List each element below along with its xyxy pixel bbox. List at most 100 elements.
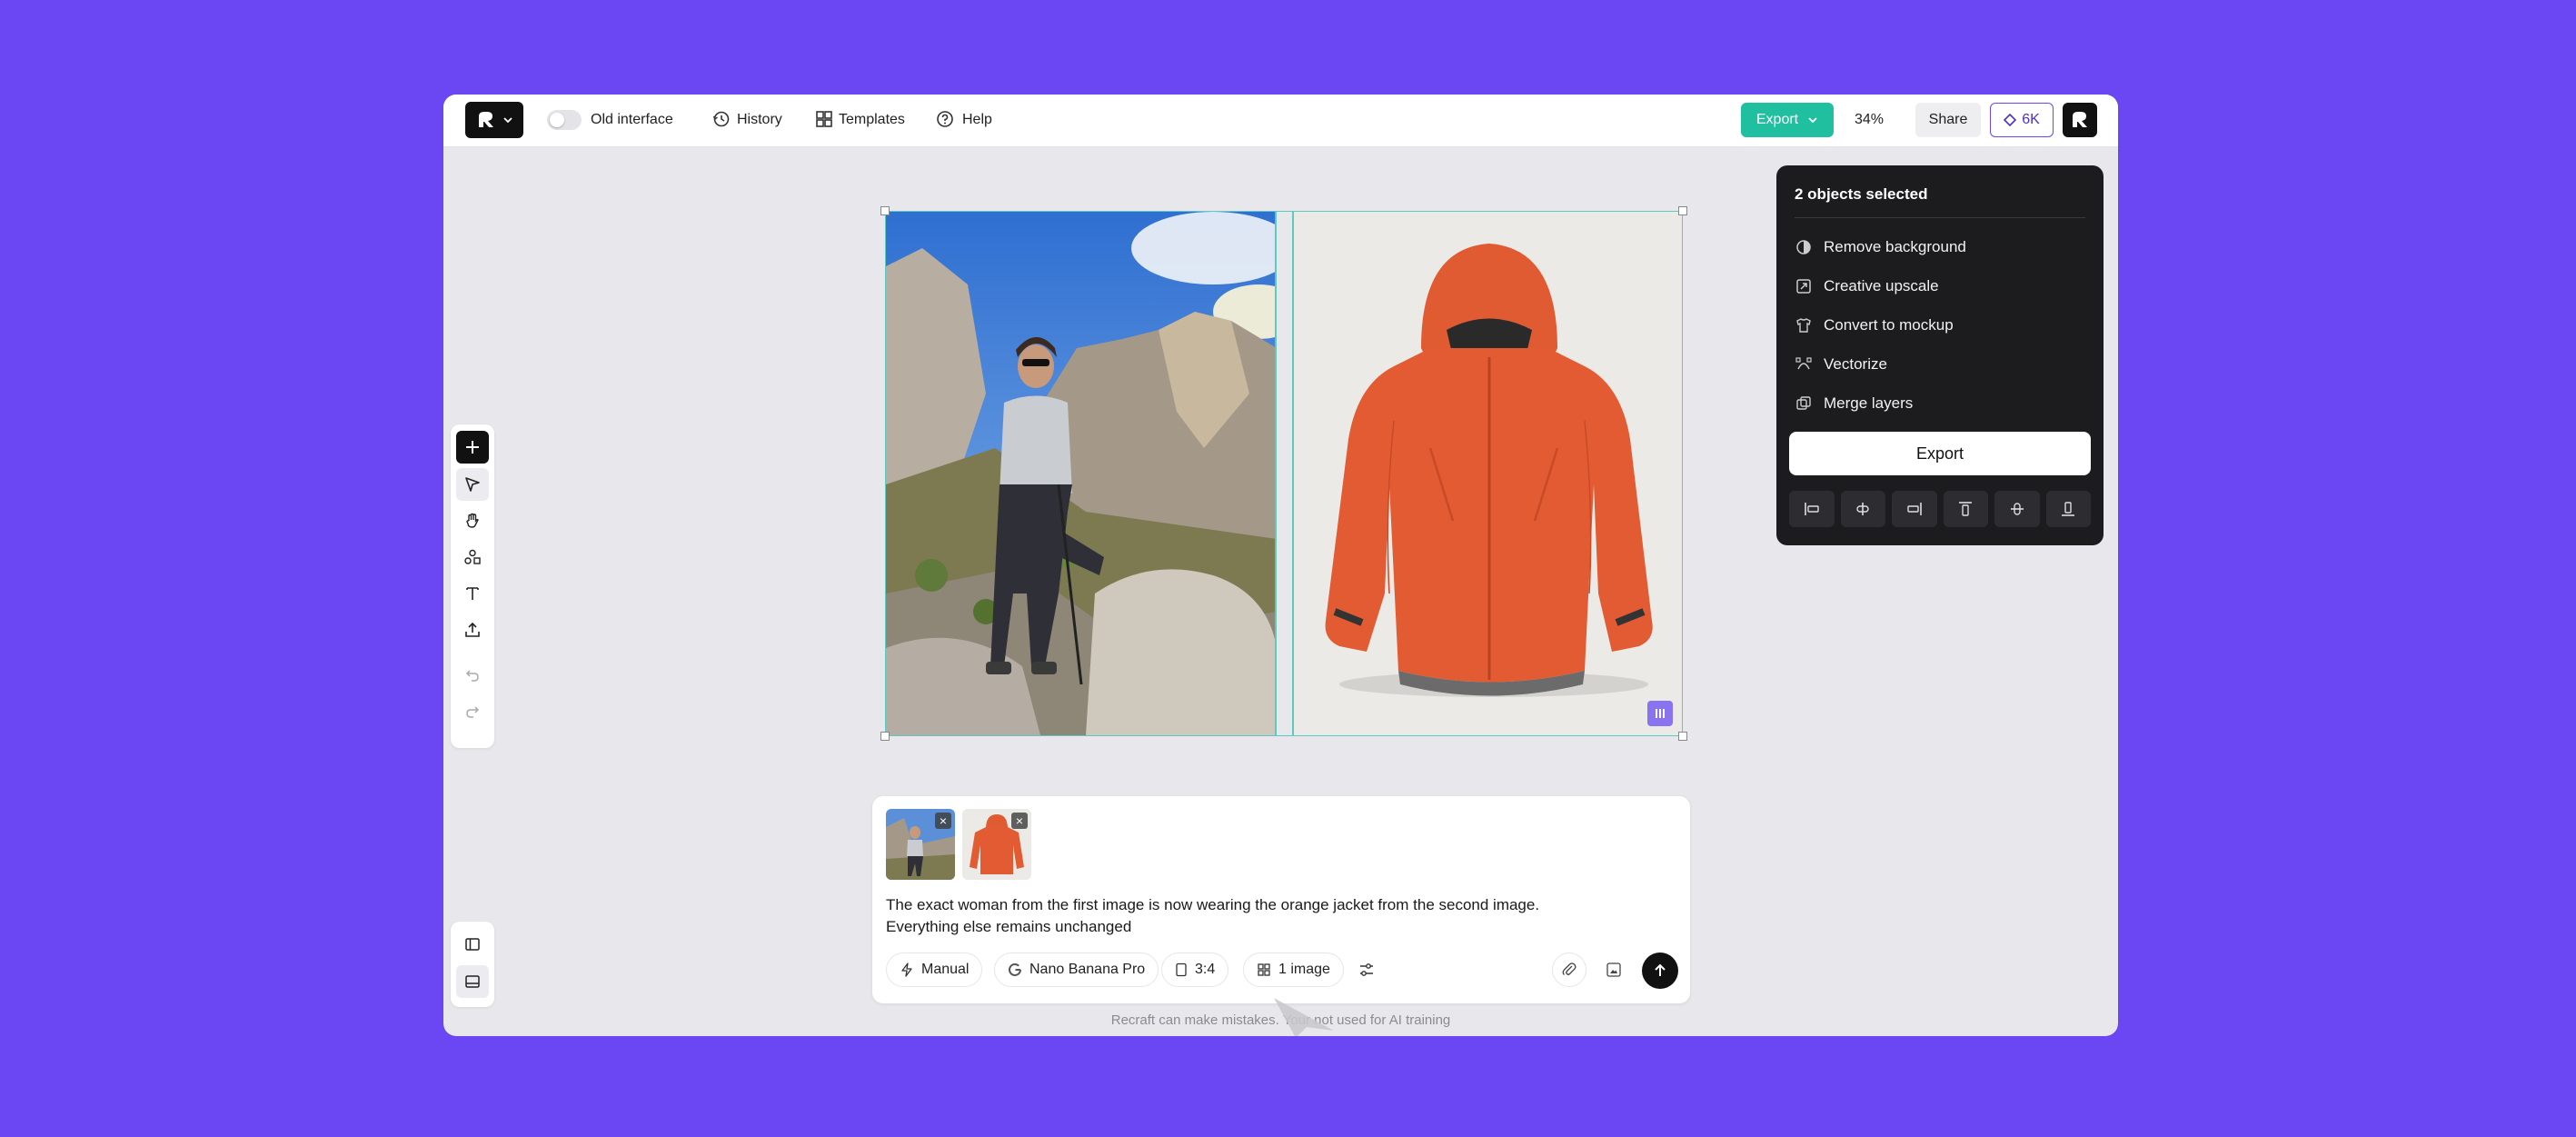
creative-upscale-label: Creative upscale bbox=[1824, 277, 1939, 294]
prompt-text-line-2: Everything else remains unchanged bbox=[886, 918, 1132, 935]
plus-icon bbox=[466, 441, 479, 454]
merge-layers-item[interactable]: Merge layers bbox=[1795, 394, 1913, 413]
convert-to-mockup-label: Convert to mockup bbox=[1824, 316, 1954, 334]
toggle-sidebar-button[interactable] bbox=[456, 928, 489, 961]
old-interface-toggle[interactable] bbox=[547, 110, 582, 130]
align-right-button[interactable] bbox=[1892, 491, 1937, 527]
chevron-down-icon bbox=[503, 117, 512, 124]
selection-panel: 2 objects selected Remove background Cre… bbox=[1776, 165, 2104, 545]
hand-icon bbox=[466, 513, 479, 528]
shapes-icon bbox=[464, 549, 481, 564]
avatar[interactable] bbox=[2063, 103, 2097, 137]
resize-handle-top-left[interactable] bbox=[880, 206, 890, 215]
reference-thumbnail-hiker[interactable]: × bbox=[886, 809, 955, 880]
logo-icon bbox=[479, 112, 493, 127]
reference-thumbnail-jacket[interactable]: × bbox=[962, 809, 1031, 880]
align-left-icon bbox=[1804, 503, 1819, 515]
lightning-icon bbox=[901, 962, 912, 977]
vector-icon bbox=[1795, 357, 1812, 370]
panel-title: 2 objects selected bbox=[1795, 185, 1928, 203]
upscale-icon bbox=[1796, 279, 1811, 294]
arrow-up-icon bbox=[1655, 963, 1666, 976]
align-center-horizontal-icon bbox=[1856, 503, 1869, 515]
align-center-h-button[interactable] bbox=[1840, 491, 1885, 527]
upload-tool[interactable] bbox=[456, 613, 489, 646]
remove-background-label: Remove background bbox=[1824, 238, 1966, 255]
send-button[interactable] bbox=[1642, 952, 1678, 989]
remove-reference-button[interactable]: × bbox=[1011, 813, 1028, 829]
bottom-panel-icon bbox=[465, 975, 480, 988]
resize-handle-bottom-right[interactable] bbox=[1678, 732, 1687, 741]
templates-button[interactable]: Templates bbox=[839, 112, 905, 128]
text-tool[interactable] bbox=[456, 577, 489, 610]
app-window: Old interface History Templates Help Exp… bbox=[443, 95, 2118, 1036]
redo-button[interactable] bbox=[456, 695, 489, 728]
mode-label: Manual bbox=[921, 962, 970, 977]
image-count-selector[interactable]: 1 image bbox=[1243, 952, 1344, 987]
image-icon bbox=[1606, 962, 1621, 977]
prompt-text-line-1: The exact woman from the first image is … bbox=[886, 896, 1540, 913]
shapes-tool[interactable] bbox=[456, 541, 489, 573]
export-top-label: Export bbox=[1755, 112, 1799, 127]
layers-icon bbox=[1796, 396, 1811, 410]
mouse-cursor-icon bbox=[1274, 998, 1334, 1036]
panel-divider bbox=[1795, 217, 2085, 218]
align-bottom-button[interactable] bbox=[2045, 491, 2091, 527]
aspect-ratio-selector[interactable]: 3:4 bbox=[1161, 952, 1229, 987]
merge-layers-label: Merge layers bbox=[1824, 394, 1914, 412]
prompt-input[interactable]: The exact woman from the first image is … bbox=[886, 894, 1667, 938]
image-reference-button[interactable] bbox=[1596, 952, 1631, 987]
help-icon bbox=[937, 111, 953, 127]
columns-icon bbox=[1656, 709, 1665, 718]
remove-reference-button[interactable]: × bbox=[935, 813, 951, 829]
align-left-button[interactable] bbox=[1789, 491, 1835, 527]
prompt-box: × × The exact woman from the first image… bbox=[872, 796, 1690, 1003]
select-tool[interactable] bbox=[456, 468, 489, 501]
align-center-v-button[interactable] bbox=[1994, 491, 2040, 527]
left-toolbar bbox=[451, 424, 494, 748]
share-button[interactable]: Share bbox=[1915, 103, 1981, 137]
creative-upscale-item[interactable]: Creative upscale bbox=[1795, 277, 1939, 295]
resize-handle-top-right[interactable] bbox=[1678, 206, 1687, 215]
credits-button[interactable]: 6K bbox=[1990, 103, 2054, 137]
sliders-icon bbox=[1360, 963, 1373, 976]
hand-tool[interactable] bbox=[456, 504, 489, 537]
user-logo-icon bbox=[2073, 112, 2087, 127]
old-interface-label: Old interface bbox=[591, 112, 673, 127]
model-selector[interactable]: Nano Banana Pro bbox=[994, 952, 1159, 987]
align-top-button[interactable] bbox=[1943, 491, 1988, 527]
add-button[interactable] bbox=[456, 431, 489, 464]
export-top-button[interactable]: Export bbox=[1741, 103, 1834, 137]
history-button[interactable]: History bbox=[737, 112, 782, 128]
shirt-icon bbox=[1796, 318, 1811, 333]
vectorize-item[interactable]: Vectorize bbox=[1795, 355, 1887, 374]
undo-button[interactable] bbox=[456, 659, 489, 692]
model-label: Nano Banana Pro bbox=[1029, 962, 1146, 977]
logo-menu-button[interactable] bbox=[465, 102, 523, 138]
convert-to-mockup-item[interactable]: Convert to mockup bbox=[1795, 316, 1954, 334]
image-count-label: 1 image bbox=[1278, 962, 1330, 977]
resize-handle-bottom-left[interactable] bbox=[880, 732, 890, 741]
grid-icon bbox=[1258, 963, 1270, 976]
layer-badge[interactable] bbox=[1647, 701, 1673, 726]
align-right-icon bbox=[1907, 503, 1922, 515]
remove-background-icon bbox=[1796, 240, 1811, 254]
help-button[interactable]: Help bbox=[962, 112, 992, 128]
remove-background-item[interactable]: Remove background bbox=[1795, 238, 1966, 256]
attach-button[interactable] bbox=[1552, 952, 1586, 987]
mode-selector[interactable]: Manual bbox=[886, 952, 983, 987]
align-top-icon bbox=[1959, 502, 1973, 516]
top-bar: Old interface History Templates Help Exp… bbox=[443, 95, 2118, 147]
align-controls bbox=[1789, 491, 2091, 527]
align-center-vertical-icon bbox=[2010, 503, 2024, 515]
templates-icon bbox=[816, 111, 832, 127]
zoom-level[interactable]: 34% bbox=[1855, 112, 1884, 128]
panel-toggles bbox=[451, 922, 494, 1007]
undo-icon bbox=[465, 670, 479, 682]
redo-icon bbox=[466, 706, 480, 718]
toggle-bottom-panel-button[interactable] bbox=[456, 965, 489, 998]
panel-export-button[interactable]: Export bbox=[1789, 432, 2091, 475]
settings-button[interactable] bbox=[1349, 952, 1384, 987]
history-icon bbox=[712, 111, 730, 127]
align-bottom-icon bbox=[2062, 502, 2075, 516]
